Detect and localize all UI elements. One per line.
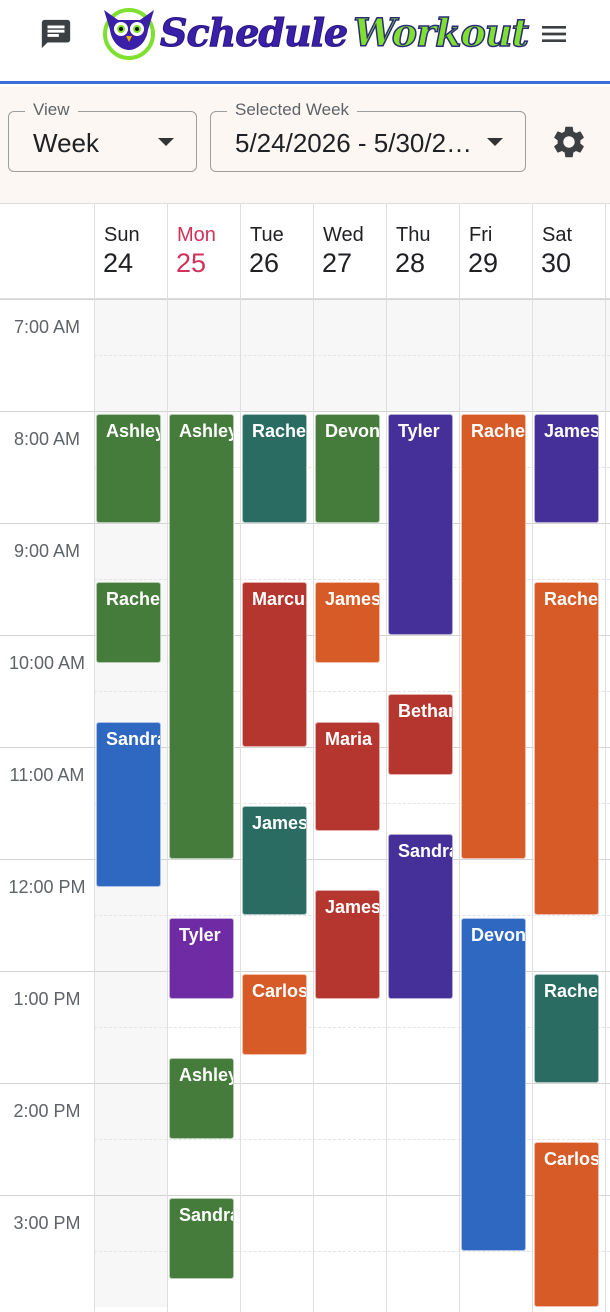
workout-event-devon[interactable]: Devon (461, 918, 526, 1251)
hamburger-menu-icon (542, 26, 566, 42)
gear-icon (554, 126, 584, 158)
day-number: 29 (468, 248, 499, 278)
view-select[interactable]: View Week (8, 100, 197, 172)
workout-event-james[interactable]: James (315, 890, 380, 999)
workout-event-devon[interactable]: Devon (315, 414, 380, 523)
column-divider (459, 203, 460, 1312)
column-divider (313, 203, 314, 1312)
day-number: 26 (249, 248, 280, 278)
owl-logo-icon (98, 4, 160, 60)
day-header-sun[interactable]: Sun 24 (94, 204, 167, 300)
caret-down-icon (487, 138, 503, 146)
time-label: 10:00 AM (8, 653, 86, 673)
day-name: Fri (469, 224, 493, 246)
time-label: 3:00 PM (13, 1213, 81, 1233)
week-calendar: Sun 24 Mon 25 Tue 26 Wed 27 Thu 28 Fri 29 Sat 30 7:00… (0, 203, 610, 1312)
week-select[interactable]: Selected Week 5/24/2026 - 5/30/2… (210, 100, 526, 172)
time-label: 2:00 PM (13, 1101, 81, 1121)
view-select-label: View (25, 100, 78, 120)
day-header-thu[interactable]: Thu 28 (386, 204, 459, 300)
day-header-fri[interactable]: Fri 29 (459, 204, 532, 300)
day-number: 25 (176, 248, 207, 278)
workout-event-ashley[interactable]: Ashley (96, 414, 161, 523)
workout-event-james[interactable]: James (242, 806, 307, 915)
workout-event-james[interactable]: James (534, 414, 599, 523)
day-name: Thu (396, 224, 431, 246)
settings-button[interactable] (548, 121, 590, 163)
hour-divider (0, 411, 610, 412)
workout-event-maria[interactable]: Maria (315, 722, 380, 831)
app-bar: Schedule Workout (0, 0, 610, 84)
workout-event-james[interactable]: James (315, 582, 380, 663)
day-header-sat[interactable]: Sat 30 (532, 204, 605, 300)
time-label: 7:00 AM (13, 317, 81, 337)
workout-event-tyler[interactable]: Tyler (388, 414, 453, 635)
workout-event-carlos[interactable]: Carlos (534, 1142, 599, 1307)
day-name: Wed (323, 224, 364, 246)
day-number: 28 (395, 248, 426, 278)
day-number: 24 (103, 248, 134, 278)
time-label: 1:00 PM (13, 989, 81, 1009)
hour-row[interactable]: 7:00 AM (0, 299, 610, 411)
brand-word-workout: Workout (352, 9, 529, 56)
controls-bar: View Week Selected Week 5/24/2026 - 5/30… (0, 87, 610, 203)
workout-event-ashley[interactable]: Ashley (169, 414, 234, 859)
day-number: 27 (322, 248, 353, 278)
column-divider (386, 203, 387, 1312)
time-label: 9:00 AM (13, 541, 81, 561)
day-name: Sat (542, 224, 573, 246)
day-header-wed[interactable]: Wed 27 (313, 204, 386, 300)
view-select-value: Week (33, 128, 99, 158)
workout-event-sandra[interactable]: Sandra (388, 834, 453, 999)
day-number: 30 (541, 248, 572, 278)
column-divider (167, 203, 168, 1312)
column-divider (532, 203, 533, 1312)
workout-event-rachel[interactable]: Rachel (534, 582, 599, 915)
column-divider (240, 203, 241, 1312)
workout-event-sandra[interactable]: Sandra (169, 1198, 234, 1279)
time-label: 8:00 AM (13, 429, 81, 449)
day-header-row: Sun 24 Mon 25 Tue 26 Wed 27 Thu 28 Fri 29 Sat 30 (0, 203, 610, 299)
workout-event-rachel[interactable]: Rachel (96, 582, 161, 663)
workout-event-rachel[interactable]: Rachel (534, 974, 599, 1083)
chat-button[interactable] (36, 14, 76, 54)
day-header-tue[interactable]: Tue 26 (240, 204, 313, 300)
time-label: 12:00 PM (8, 877, 86, 897)
workout-event-rachel[interactable]: Rachel (242, 414, 307, 523)
workout-event-carlos[interactable]: Carlos (242, 974, 307, 1055)
day-name: Tue (250, 224, 284, 246)
workout-event-ashley[interactable]: Ashley (169, 1058, 234, 1139)
day-name: Sun (104, 224, 140, 246)
workout-event-rachel[interactable]: Rachel (461, 414, 526, 859)
caret-down-icon (158, 138, 174, 146)
week-select-value: 5/24/2026 - 5/30/2… (235, 128, 473, 158)
workout-event-marcus[interactable]: Marcus (242, 582, 307, 747)
day-header-mon[interactable]: Mon 25 (167, 204, 240, 300)
workout-event-bethany[interactable]: Bethany (388, 694, 453, 775)
hour-divider (0, 299, 610, 300)
brand-logo[interactable]: Schedule Workout (98, 4, 530, 60)
brand-word-schedule: Schedule (159, 9, 348, 55)
workout-event-tyler[interactable]: Tyler (169, 918, 234, 999)
menu-button[interactable] (534, 14, 574, 54)
week-select-label: Selected Week (227, 100, 358, 120)
workout-event-sandra[interactable]: Sandra (96, 722, 161, 887)
day-name: Mon (177, 224, 216, 246)
time-label: 11:00 AM (9, 765, 85, 785)
chat-icon (41, 19, 71, 49)
column-divider (94, 203, 95, 1312)
column-divider (605, 203, 606, 1312)
